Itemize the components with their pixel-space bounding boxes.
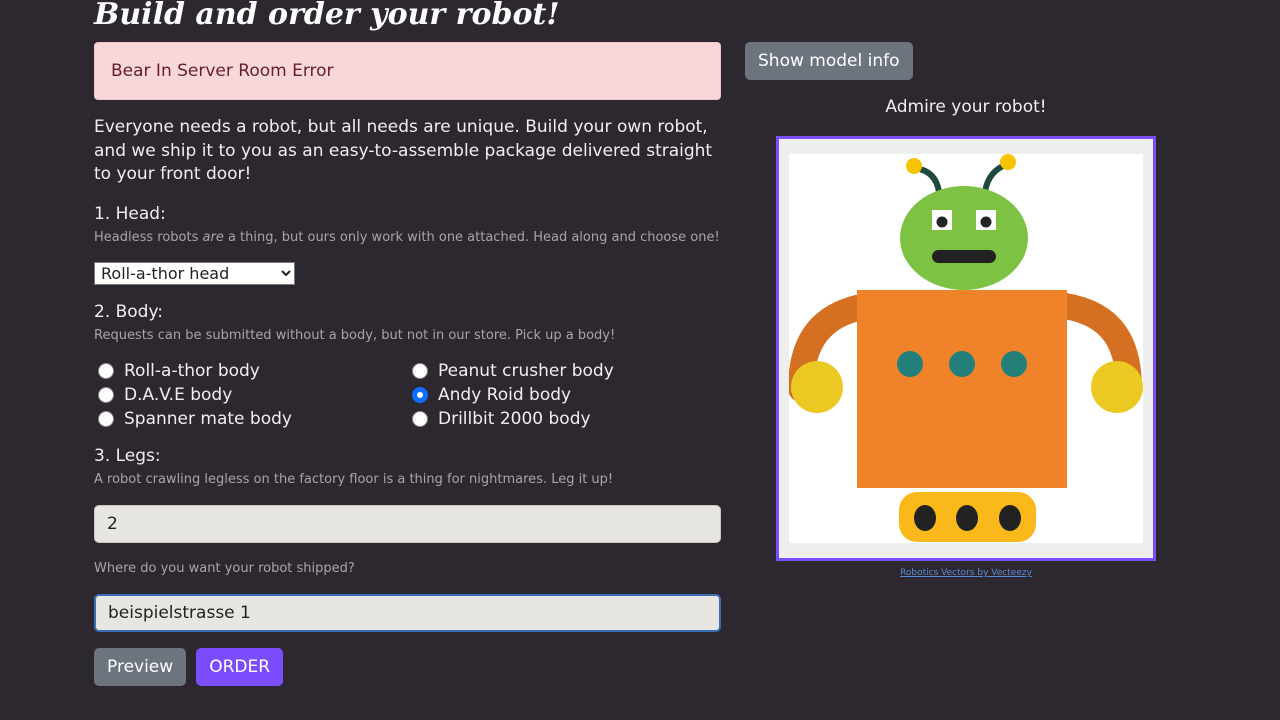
body-option-peanut-crusher[interactable]: Peanut crusher body bbox=[408, 361, 722, 381]
robot-preview-frame bbox=[776, 136, 1156, 561]
body-option-drillbit-2000[interactable]: Drillbit 2000 body bbox=[408, 409, 722, 429]
order-form: Bear In Server Room Error Everyone needs… bbox=[94, 42, 721, 686]
radio-button[interactable] bbox=[98, 410, 114, 427]
radio-button[interactable] bbox=[412, 410, 428, 427]
robot-preview-canvas bbox=[788, 154, 1143, 543]
head-select[interactable]: Roll-a-thor head bbox=[94, 261, 295, 285]
legs-hint: A robot crawling legless on the factory … bbox=[94, 471, 614, 487]
show-model-info-button[interactable]: Show model info bbox=[745, 42, 913, 80]
robot-right-hand bbox=[1091, 361, 1143, 413]
radio-label: D.A.V.E body bbox=[124, 384, 233, 405]
legs-input[interactable] bbox=[94, 504, 721, 543]
robot-preview-panel: Show model info Admire your robot! Robot… bbox=[745, 42, 1187, 578]
body-option-dave[interactable]: D.A.V.E body bbox=[94, 385, 408, 405]
head-hint-end: a thing, but ours only work with one att… bbox=[223, 229, 720, 245]
body-label: 2. Body: bbox=[94, 301, 164, 322]
address-input[interactable] bbox=[94, 593, 721, 632]
radio-button-checked[interactable] bbox=[412, 386, 428, 403]
robot-left-hand bbox=[791, 361, 843, 413]
page-title: Build and order your robot! bbox=[94, 0, 560, 32]
body-hint: Requests can be submitted without a body… bbox=[94, 327, 616, 343]
error-alert: Bear In Server Room Error bbox=[94, 42, 721, 100]
robot-head bbox=[900, 186, 1028, 290]
address-hint: Where do you want your robot shipped? bbox=[94, 560, 355, 576]
head-hint-start: Headless robots bbox=[94, 229, 203, 245]
body-option-andy-roid[interactable]: Andy Roid body bbox=[408, 385, 722, 405]
order-button[interactable]: ORDER bbox=[196, 647, 284, 686]
radio-label: Drillbit 2000 body bbox=[438, 408, 591, 429]
head-hint: Headless robots are a thing, but ours on… bbox=[94, 229, 721, 247]
admire-heading: Admire your robot! bbox=[885, 97, 1047, 117]
image-credit-link[interactable]: Robotics Vectors by Vecteezy bbox=[745, 568, 1187, 578]
intro-text: Everyone needs a robot, but all needs ar… bbox=[94, 117, 713, 184]
radio-button[interactable] bbox=[98, 362, 114, 379]
preview-button[interactable]: Preview bbox=[94, 647, 187, 686]
robot-body bbox=[857, 290, 1067, 488]
page: Build and order your robot! Bear In Serv… bbox=[0, 0, 1280, 720]
robot-image bbox=[788, 154, 1143, 542]
radio-label: Spanner mate body bbox=[124, 408, 292, 429]
legs-label: 3. Legs: bbox=[94, 445, 161, 466]
head-label: 1. Head: bbox=[94, 203, 166, 224]
head-hint-emphasis: are bbox=[202, 229, 224, 245]
robot-body-button bbox=[897, 351, 923, 377]
robot-body-button bbox=[949, 351, 975, 377]
radio-label: Peanut crusher body bbox=[438, 360, 614, 381]
body-option-spanner-mate[interactable]: Spanner mate body bbox=[94, 409, 408, 429]
radio-label: Andy Roid body bbox=[438, 384, 572, 405]
radio-label: Roll-a-thor body bbox=[124, 360, 260, 381]
form-buttons: Preview ORDER bbox=[94, 647, 721, 686]
body-option-roll-a-thor[interactable]: Roll-a-thor body bbox=[94, 361, 408, 381]
body-radio-group: Roll-a-thor body Peanut crusher body D.A… bbox=[94, 361, 721, 429]
robot-body-button bbox=[1001, 351, 1027, 377]
robot-mouth bbox=[932, 250, 996, 263]
radio-button[interactable] bbox=[412, 362, 428, 379]
radio-button[interactable] bbox=[98, 386, 114, 403]
